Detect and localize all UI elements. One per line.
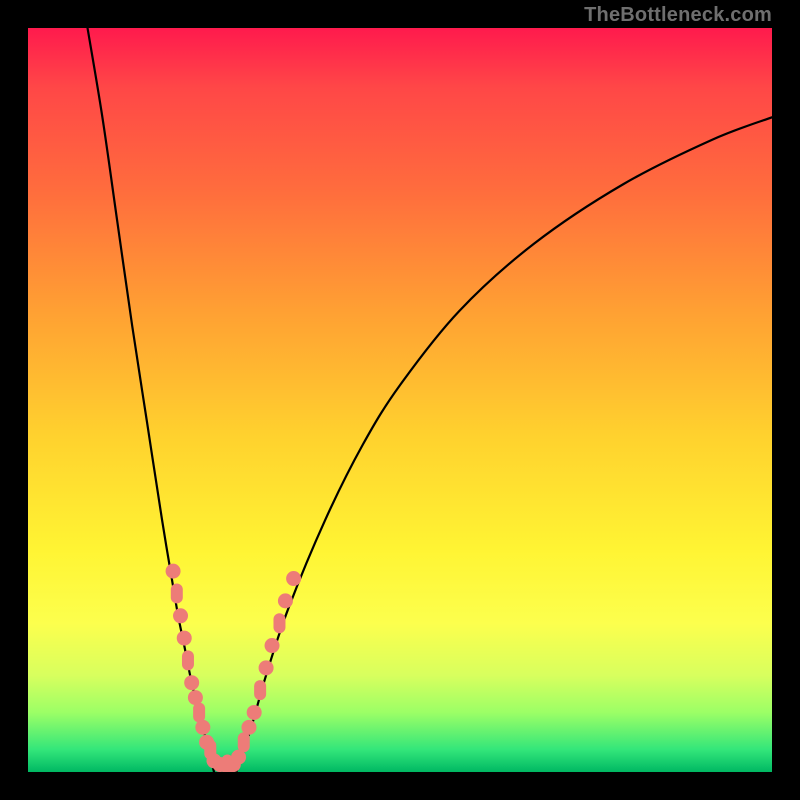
marker-dot <box>195 720 210 735</box>
marker-pill <box>238 732 250 752</box>
chart-frame: TheBottleneck.com <box>0 0 800 800</box>
curve-layer <box>28 28 772 772</box>
marker-dot <box>259 660 274 675</box>
marker-dot <box>278 593 293 608</box>
right-branch-curve <box>236 117 772 772</box>
marker-pill <box>273 613 285 633</box>
marker-dot <box>184 675 199 690</box>
marker-dot <box>247 705 262 720</box>
marker-dot <box>241 720 256 735</box>
plot-area <box>28 28 772 772</box>
marker-dot <box>286 571 301 586</box>
marker-dot <box>265 638 280 653</box>
marker-pill <box>254 680 266 700</box>
marker-pill <box>182 650 194 670</box>
marker-pill <box>171 583 183 603</box>
attribution-label: TheBottleneck.com <box>584 4 772 27</box>
left-branch-curve <box>88 28 214 772</box>
marker-dot <box>177 631 192 646</box>
marker-dot <box>173 608 188 623</box>
marker-pill <box>193 702 205 722</box>
marker-cluster <box>166 564 302 772</box>
marker-dot <box>166 564 181 579</box>
